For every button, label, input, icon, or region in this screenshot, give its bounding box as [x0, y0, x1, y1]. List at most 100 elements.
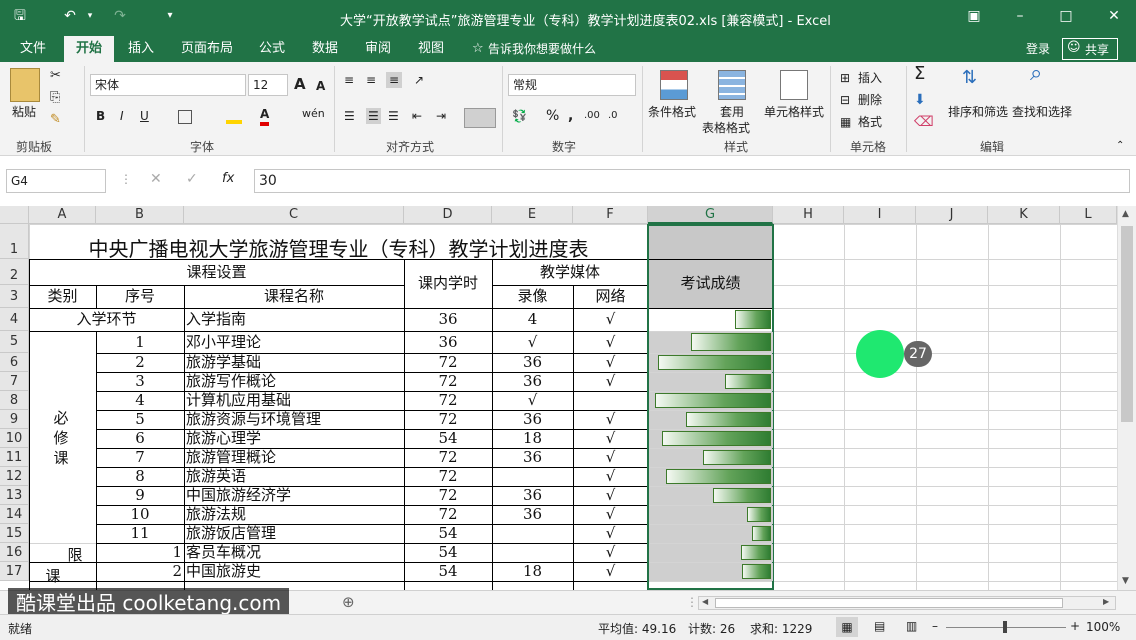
scroll-right-icon[interactable]: ▶	[1103, 597, 1109, 606]
cell-course-name[interactable]: 旅游英语	[186, 467, 402, 486]
clear-icon[interactable]: ⌫	[914, 114, 934, 130]
cell-course-name[interactable]: 邓小平理论	[186, 331, 402, 353]
cell-net[interactable]: √	[575, 353, 646, 372]
cell-hours[interactable]: 54	[406, 524, 490, 543]
select-all-corner[interactable]	[0, 206, 29, 224]
data-bar[interactable]	[691, 333, 771, 351]
fill-color-icon[interactable]	[226, 110, 242, 124]
customize-qat-icon[interactable]: ▾	[160, 6, 180, 26]
tab-view[interactable]: 视图	[418, 40, 444, 58]
column-header-j[interactable]: J	[916, 206, 988, 224]
cell-hours[interactable]: 54	[406, 429, 490, 448]
header-seq[interactable]: 序号	[98, 285, 182, 308]
header-exam[interactable]: 考试成绩	[650, 259, 771, 308]
row-header-5[interactable]: 5	[0, 331, 29, 353]
align-top-icon[interactable]: ≡	[344, 72, 354, 88]
row-header-10[interactable]: 10	[0, 429, 29, 448]
align-middle-icon[interactable]: ≡	[366, 72, 376, 88]
insert-cells-button[interactable]: 插入	[858, 70, 882, 86]
column-header-e[interactable]: E	[492, 206, 573, 224]
cell-seq[interactable]: 10	[98, 505, 182, 524]
row-header-14[interactable]: 14	[0, 505, 29, 524]
merge-center-icon[interactable]	[464, 108, 496, 128]
undo-icon[interactable]: ↶	[60, 6, 80, 26]
cell-net[interactable]: √	[575, 524, 646, 543]
cell-course-name[interactable]: 入学指南	[186, 308, 402, 331]
cell-course-name[interactable]: 中国旅游史	[186, 562, 402, 581]
cell-seq[interactable]: 9	[98, 486, 182, 505]
cell-net[interactable]: √	[575, 429, 646, 448]
sort-filter-icon[interactable]: ⇅	[962, 69, 977, 87]
data-bar[interactable]	[713, 488, 771, 503]
decrease-decimal-icon[interactable]: .0	[608, 108, 618, 124]
column-header-d[interactable]: D	[404, 206, 492, 224]
cell-seq[interactable]: 7	[98, 448, 182, 467]
cell-net[interactable]: √	[575, 543, 646, 562]
cancel-icon[interactable]: ✕	[150, 171, 162, 187]
redo-icon[interactable]: ↷	[110, 6, 130, 26]
cell-video[interactable]: 36	[494, 448, 571, 467]
paste-icon[interactable]	[10, 68, 40, 102]
vertical-scroll-thumb[interactable]	[1121, 226, 1133, 422]
cell-seq[interactable]: 11	[98, 524, 182, 543]
name-box[interactable]: G4	[6, 169, 106, 193]
cell-video[interactable]: √	[494, 391, 571, 410]
row-header-9[interactable]: 9	[0, 410, 29, 429]
tab-insert[interactable]: 插入	[128, 40, 154, 58]
delete-cells-button[interactable]: 删除	[858, 92, 882, 108]
search-icon[interactable]: ⌕	[1030, 63, 1042, 85]
format-table-label-1[interactable]: 套用	[720, 104, 744, 120]
increase-indent-icon[interactable]: ⇥	[436, 108, 446, 124]
cell-hours[interactable]: 54	[406, 562, 490, 581]
cell-net[interactable]: √	[575, 505, 646, 524]
header-type[interactable]: 类别	[31, 285, 94, 308]
cell-seq[interactable]: 3	[98, 372, 182, 391]
zoom-in-icon[interactable]: +	[1070, 619, 1080, 633]
column-header-b[interactable]: B	[96, 206, 184, 224]
cell-video[interactable]: 36	[494, 505, 571, 524]
data-bar[interactable]	[666, 469, 771, 484]
tell-me-box[interactable]: 告诉我你想要做什么	[488, 40, 596, 58]
format-table-label-2[interactable]: 表格格式	[702, 120, 750, 136]
tab-review[interactable]: 审阅	[365, 40, 391, 58]
borders-icon[interactable]	[178, 110, 192, 124]
cell-hours[interactable]: 72	[406, 467, 490, 486]
cell-seq[interactable]: 6	[98, 429, 182, 448]
cell-course-name[interactable]: 旅游学基础	[186, 353, 402, 372]
cell-course-name[interactable]: 旅游资源与环境管理	[186, 410, 402, 429]
horizontal-scroll-thumb[interactable]	[715, 598, 1063, 608]
enter-icon[interactable]: ✓	[186, 171, 198, 187]
cell-course-name[interactable]: 旅游心理学	[186, 429, 402, 448]
cell-seq[interactable]: 1	[98, 331, 182, 353]
copy-icon[interactable]: ⎘	[50, 90, 60, 106]
cell-styles-button[interactable]: 单元格样式	[764, 104, 824, 120]
scroll-left-icon[interactable]: ◀	[702, 597, 708, 606]
cell-video[interactable]	[494, 524, 571, 543]
row-header-2[interactable]: 2	[0, 259, 29, 285]
phonetic-icon[interactable]: wén	[302, 106, 325, 122]
new-sheet-icon[interactable]: ⊕	[342, 593, 355, 611]
cell-net[interactable]: √	[575, 308, 646, 331]
cell-seq[interactable]: 8	[98, 467, 182, 486]
row-header-1[interactable]: 1	[0, 224, 29, 259]
row-header-4[interactable]: 4	[0, 308, 29, 331]
header-video[interactable]: 录像	[494, 285, 571, 308]
collapse-ribbon-icon[interactable]: ⌃	[1116, 138, 1124, 154]
cell-hours[interactable]: 54	[406, 543, 490, 562]
cell-net[interactable]	[575, 391, 646, 410]
cell-hours[interactable]: 72	[406, 353, 490, 372]
row-header-11[interactable]: 11	[0, 448, 29, 467]
data-bar[interactable]	[658, 355, 771, 370]
font-name-select[interactable]: 宋体	[90, 74, 246, 96]
cell-video[interactable]	[494, 467, 571, 486]
data-bar[interactable]	[725, 374, 771, 389]
column-header-f[interactable]: F	[573, 206, 648, 224]
row-header-15[interactable]: 15	[0, 524, 29, 543]
zoom-slider-thumb[interactable]	[1003, 621, 1007, 633]
increase-decimal-icon[interactable]: .00	[584, 108, 600, 124]
column-header-k[interactable]: K	[988, 206, 1060, 224]
header-name[interactable]: 课程名称	[186, 285, 402, 308]
maximize-icon[interactable]: □	[1056, 6, 1076, 26]
bold-icon[interactable]: B	[96, 108, 105, 124]
cell-seq[interactable]: 4	[98, 391, 182, 410]
